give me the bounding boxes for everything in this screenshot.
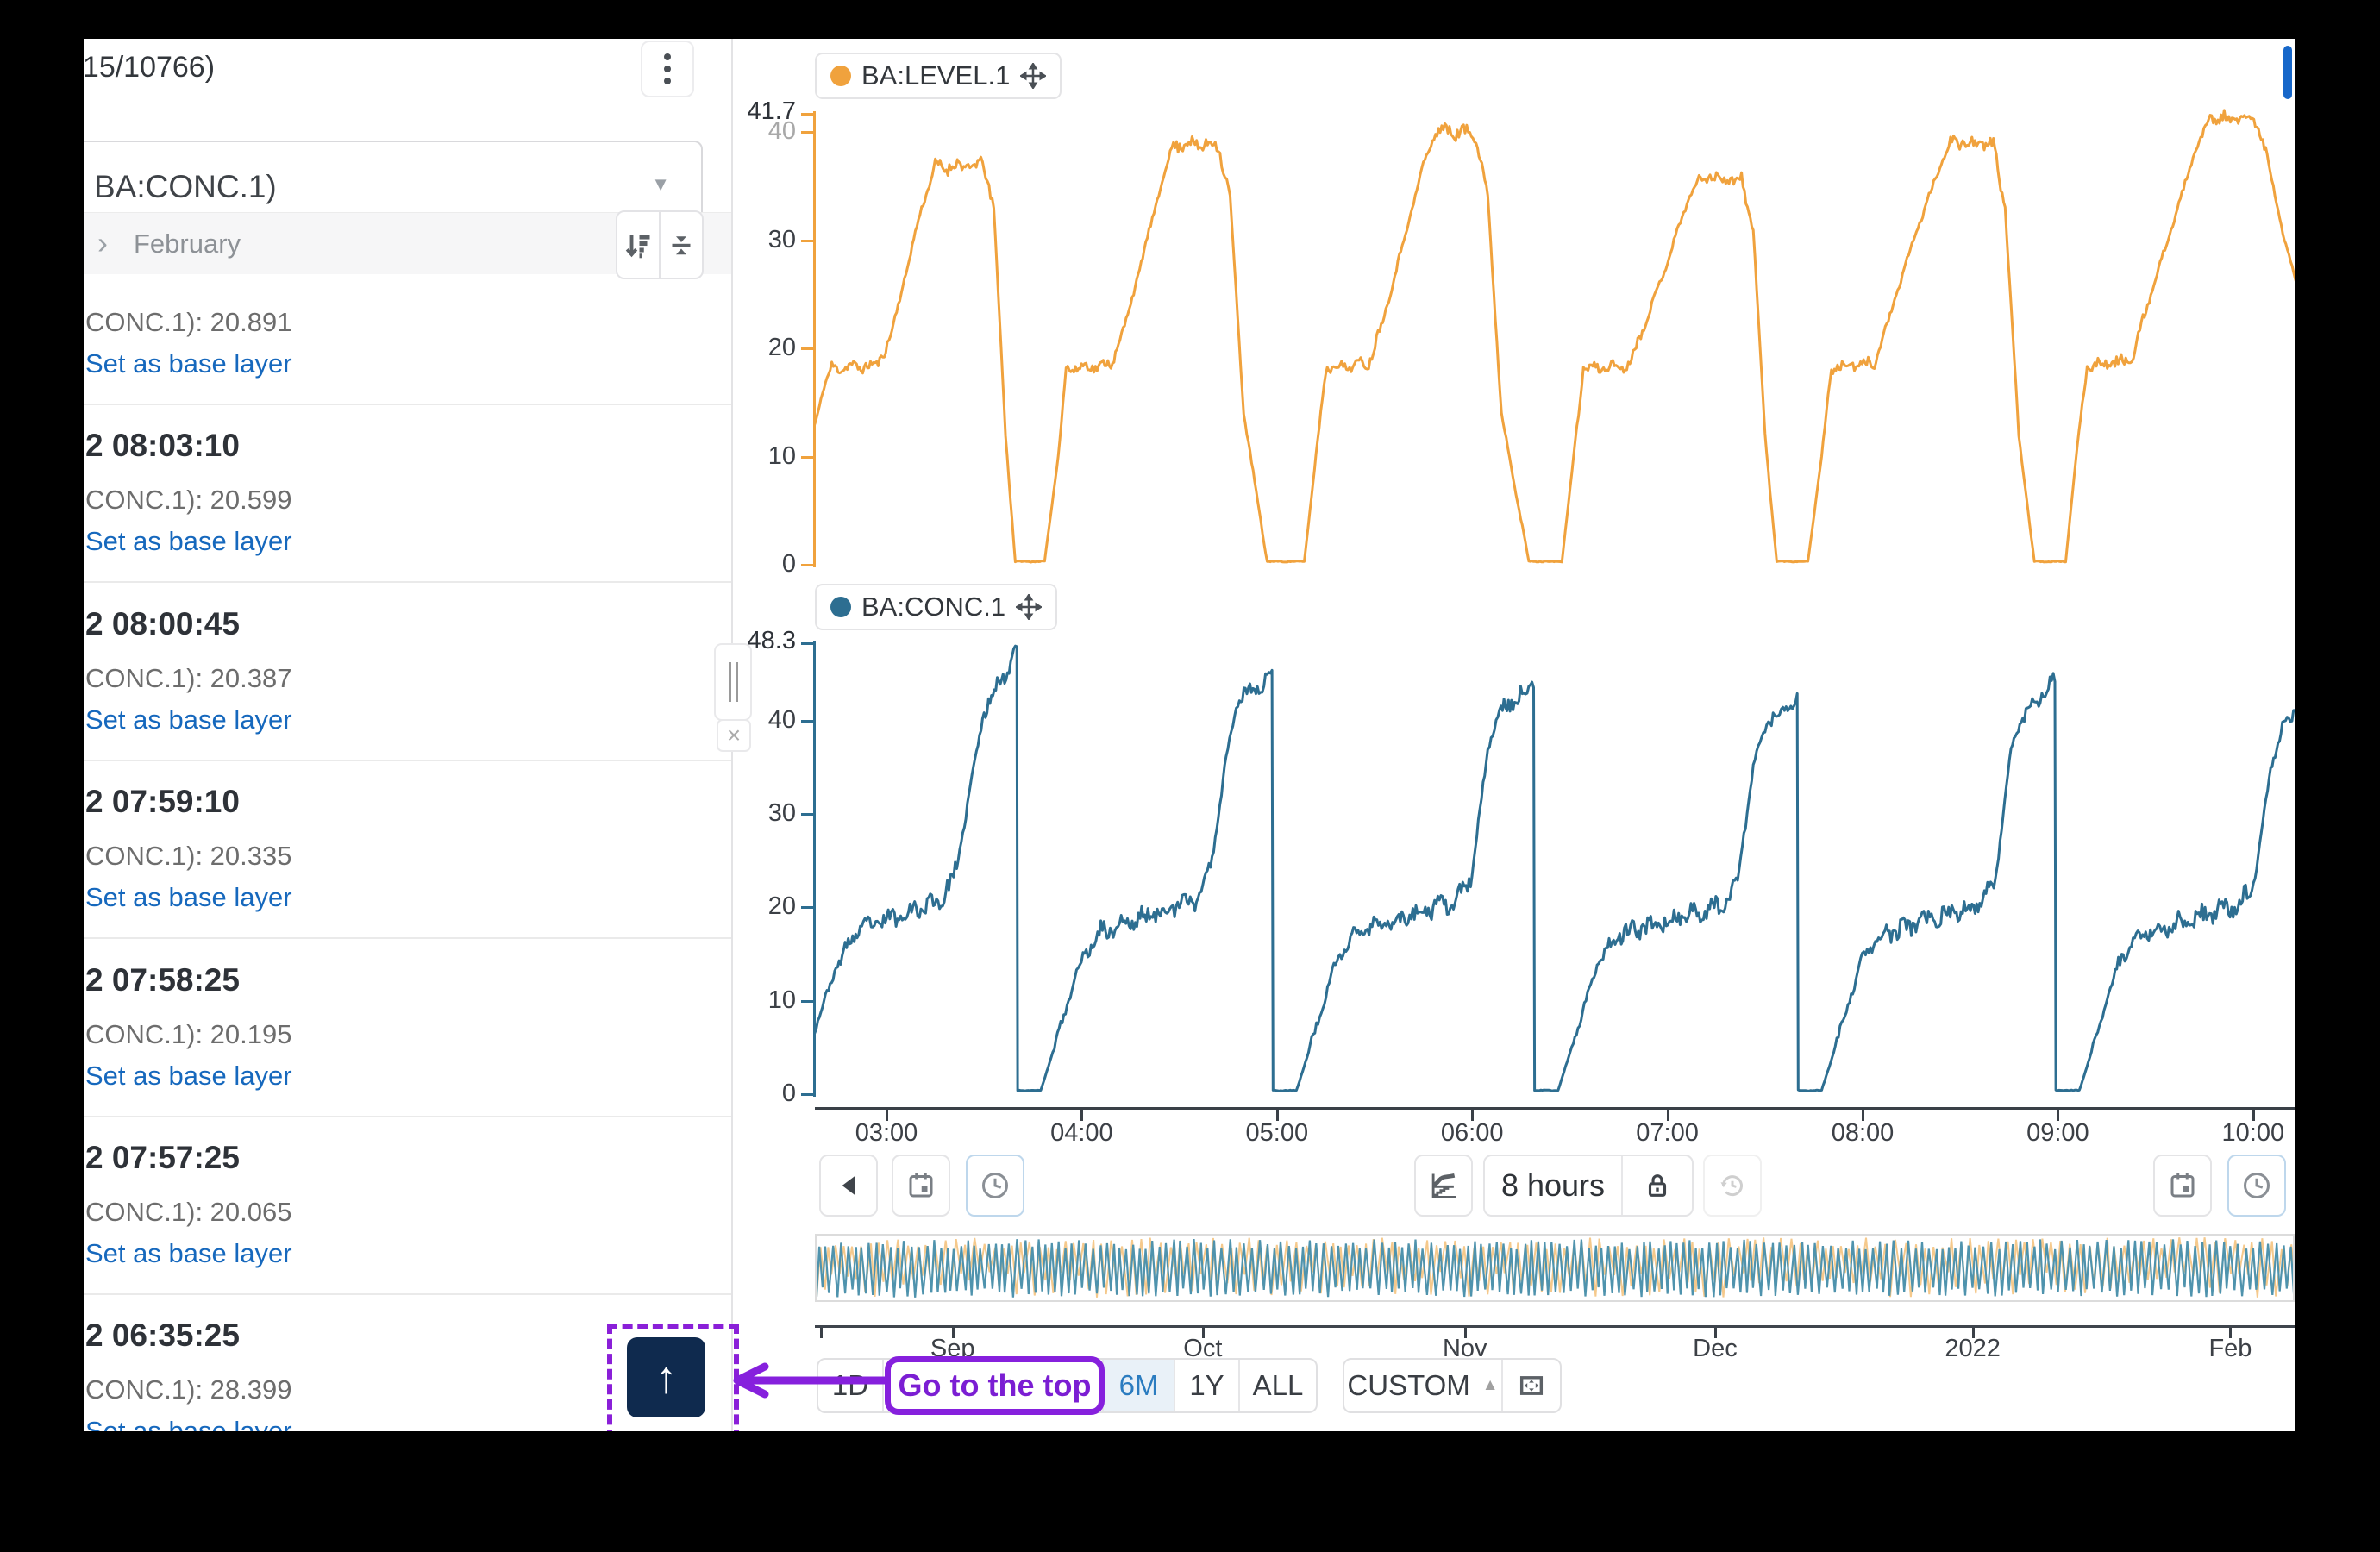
x-tick-label: 10:00	[2210, 1119, 2295, 1148]
level-chart[interactable]	[815, 108, 2295, 568]
x-tick-label: 07:00	[1625, 1119, 1711, 1148]
fit-to-screen-button[interactable]	[1501, 1360, 1560, 1411]
caret-left-icon	[839, 1174, 858, 1197]
custom-range-group: CUSTOM ▲	[1343, 1358, 1562, 1413]
y-tick	[801, 347, 814, 350]
lock-icon	[1643, 1171, 1672, 1200]
x-tick-label: 08:00	[1819, 1119, 1906, 1148]
y-tick-label: 10	[730, 442, 796, 471]
app-window: 315/10766) BA:CONC.1) ▼ › February	[84, 39, 2295, 1431]
history-icon	[1717, 1170, 1748, 1201]
time-x-axis	[815, 1107, 2295, 1110]
range-button-1y[interactable]: 1Y	[1174, 1360, 1238, 1411]
annotation-arrow	[725, 1362, 889, 1399]
annotation-label: Go to the top	[899, 1367, 1092, 1404]
y-tick-label: 20	[730, 892, 796, 921]
calendar-left-button[interactable]	[892, 1155, 950, 1217]
x-tick-label: 06:00	[1429, 1119, 1515, 1148]
overview-x-axis	[815, 1325, 2295, 1328]
y-tick	[801, 720, 814, 723]
month-label: Dec	[1663, 1335, 1767, 1363]
legend-conc[interactable]: BA:CONC.1	[815, 584, 1057, 630]
x-tick-label: 04:00	[1038, 1119, 1124, 1148]
y-tick	[801, 240, 814, 242]
month-label: 2022	[1921, 1335, 2025, 1363]
y-tick	[801, 906, 814, 909]
move-icon[interactable]	[1016, 594, 1042, 620]
y-tick	[801, 131, 814, 134]
x-tick-label: 03:00	[843, 1119, 930, 1148]
level-y-axis	[813, 111, 816, 567]
y-tick-label: 30	[730, 799, 796, 828]
clock-icon	[2241, 1170, 2272, 1201]
conc-y-axis	[813, 641, 816, 1097]
compare-trends-button[interactable]	[1414, 1155, 1473, 1217]
duration-control: 8 hours	[1483, 1155, 1694, 1217]
range-button-6m[interactable]: 6M	[1102, 1360, 1174, 1411]
caret-up-icon: ▲	[1482, 1376, 1499, 1395]
series-color-dot	[830, 597, 851, 617]
calendar-right-button[interactable]	[2153, 1155, 2212, 1217]
range-button-all[interactable]: ALL	[1238, 1360, 1316, 1411]
series-label: BA:LEVEL.1	[861, 60, 1010, 91]
conc-chart[interactable]	[815, 638, 2295, 1097]
y-tick	[801, 1000, 814, 1003]
custom-range-label: CUSTOM	[1347, 1369, 1469, 1402]
y-tick	[801, 642, 814, 645]
month-label: Feb	[2178, 1335, 2282, 1363]
overview-chart	[817, 1236, 2293, 1300]
y-tick	[801, 113, 814, 116]
fit-to-screen-icon	[1517, 1371, 1546, 1400]
y-tick-label: 30	[730, 226, 796, 254]
overview-strip[interactable]	[815, 1234, 2295, 1302]
custom-range-button[interactable]: CUSTOM ▲	[1344, 1360, 1501, 1411]
y-tick-label: 0	[730, 550, 796, 579]
series-label: BA:CONC.1	[861, 591, 1005, 623]
compare-trends-icon	[1427, 1169, 1460, 1202]
vertical-scrollbar-thumb[interactable]	[2283, 46, 2292, 99]
x-tick-label: 09:00	[2014, 1119, 2101, 1148]
arrow-up-icon: ↑	[655, 1352, 678, 1404]
clock-right-button[interactable]	[2227, 1155, 2286, 1217]
duration-label[interactable]: 8 hours	[1485, 1156, 1621, 1215]
y-tick-label: 40	[730, 706, 796, 735]
calendar-icon	[2167, 1170, 2198, 1201]
y-tick-label: 0	[730, 1080, 796, 1108]
y-tick	[801, 456, 814, 459]
clock-left-button[interactable]	[966, 1155, 1024, 1217]
y-tick-label: 10	[730, 986, 796, 1015]
history-button	[1703, 1155, 1762, 1217]
pan-left-button[interactable]	[819, 1155, 878, 1217]
y-max-label: 48.3	[730, 627, 796, 655]
annotation-callout: Go to the top	[885, 1356, 1105, 1415]
x-tick-label: 05:00	[1234, 1119, 1320, 1148]
move-icon[interactable]	[1020, 63, 1046, 89]
legend-level[interactable]: BA:LEVEL.1	[815, 53, 1062, 99]
calendar-icon	[905, 1170, 936, 1201]
lock-duration-button[interactable]	[1621, 1156, 1692, 1215]
y-tick	[801, 564, 814, 566]
series-color-dot	[830, 66, 851, 86]
y-tick-label: 20	[730, 334, 796, 362]
clock-icon	[980, 1170, 1011, 1201]
month-tick	[820, 1328, 823, 1338]
trend-view: BA:LEVEL.1 BA:CONC.1 01020304041.7010203…	[84, 39, 2295, 1431]
go-to-top-button[interactable]: ↑	[627, 1337, 705, 1417]
y-max-label: 41.7	[730, 97, 796, 126]
y-tick	[801, 1093, 814, 1096]
y-tick	[801, 813, 814, 816]
